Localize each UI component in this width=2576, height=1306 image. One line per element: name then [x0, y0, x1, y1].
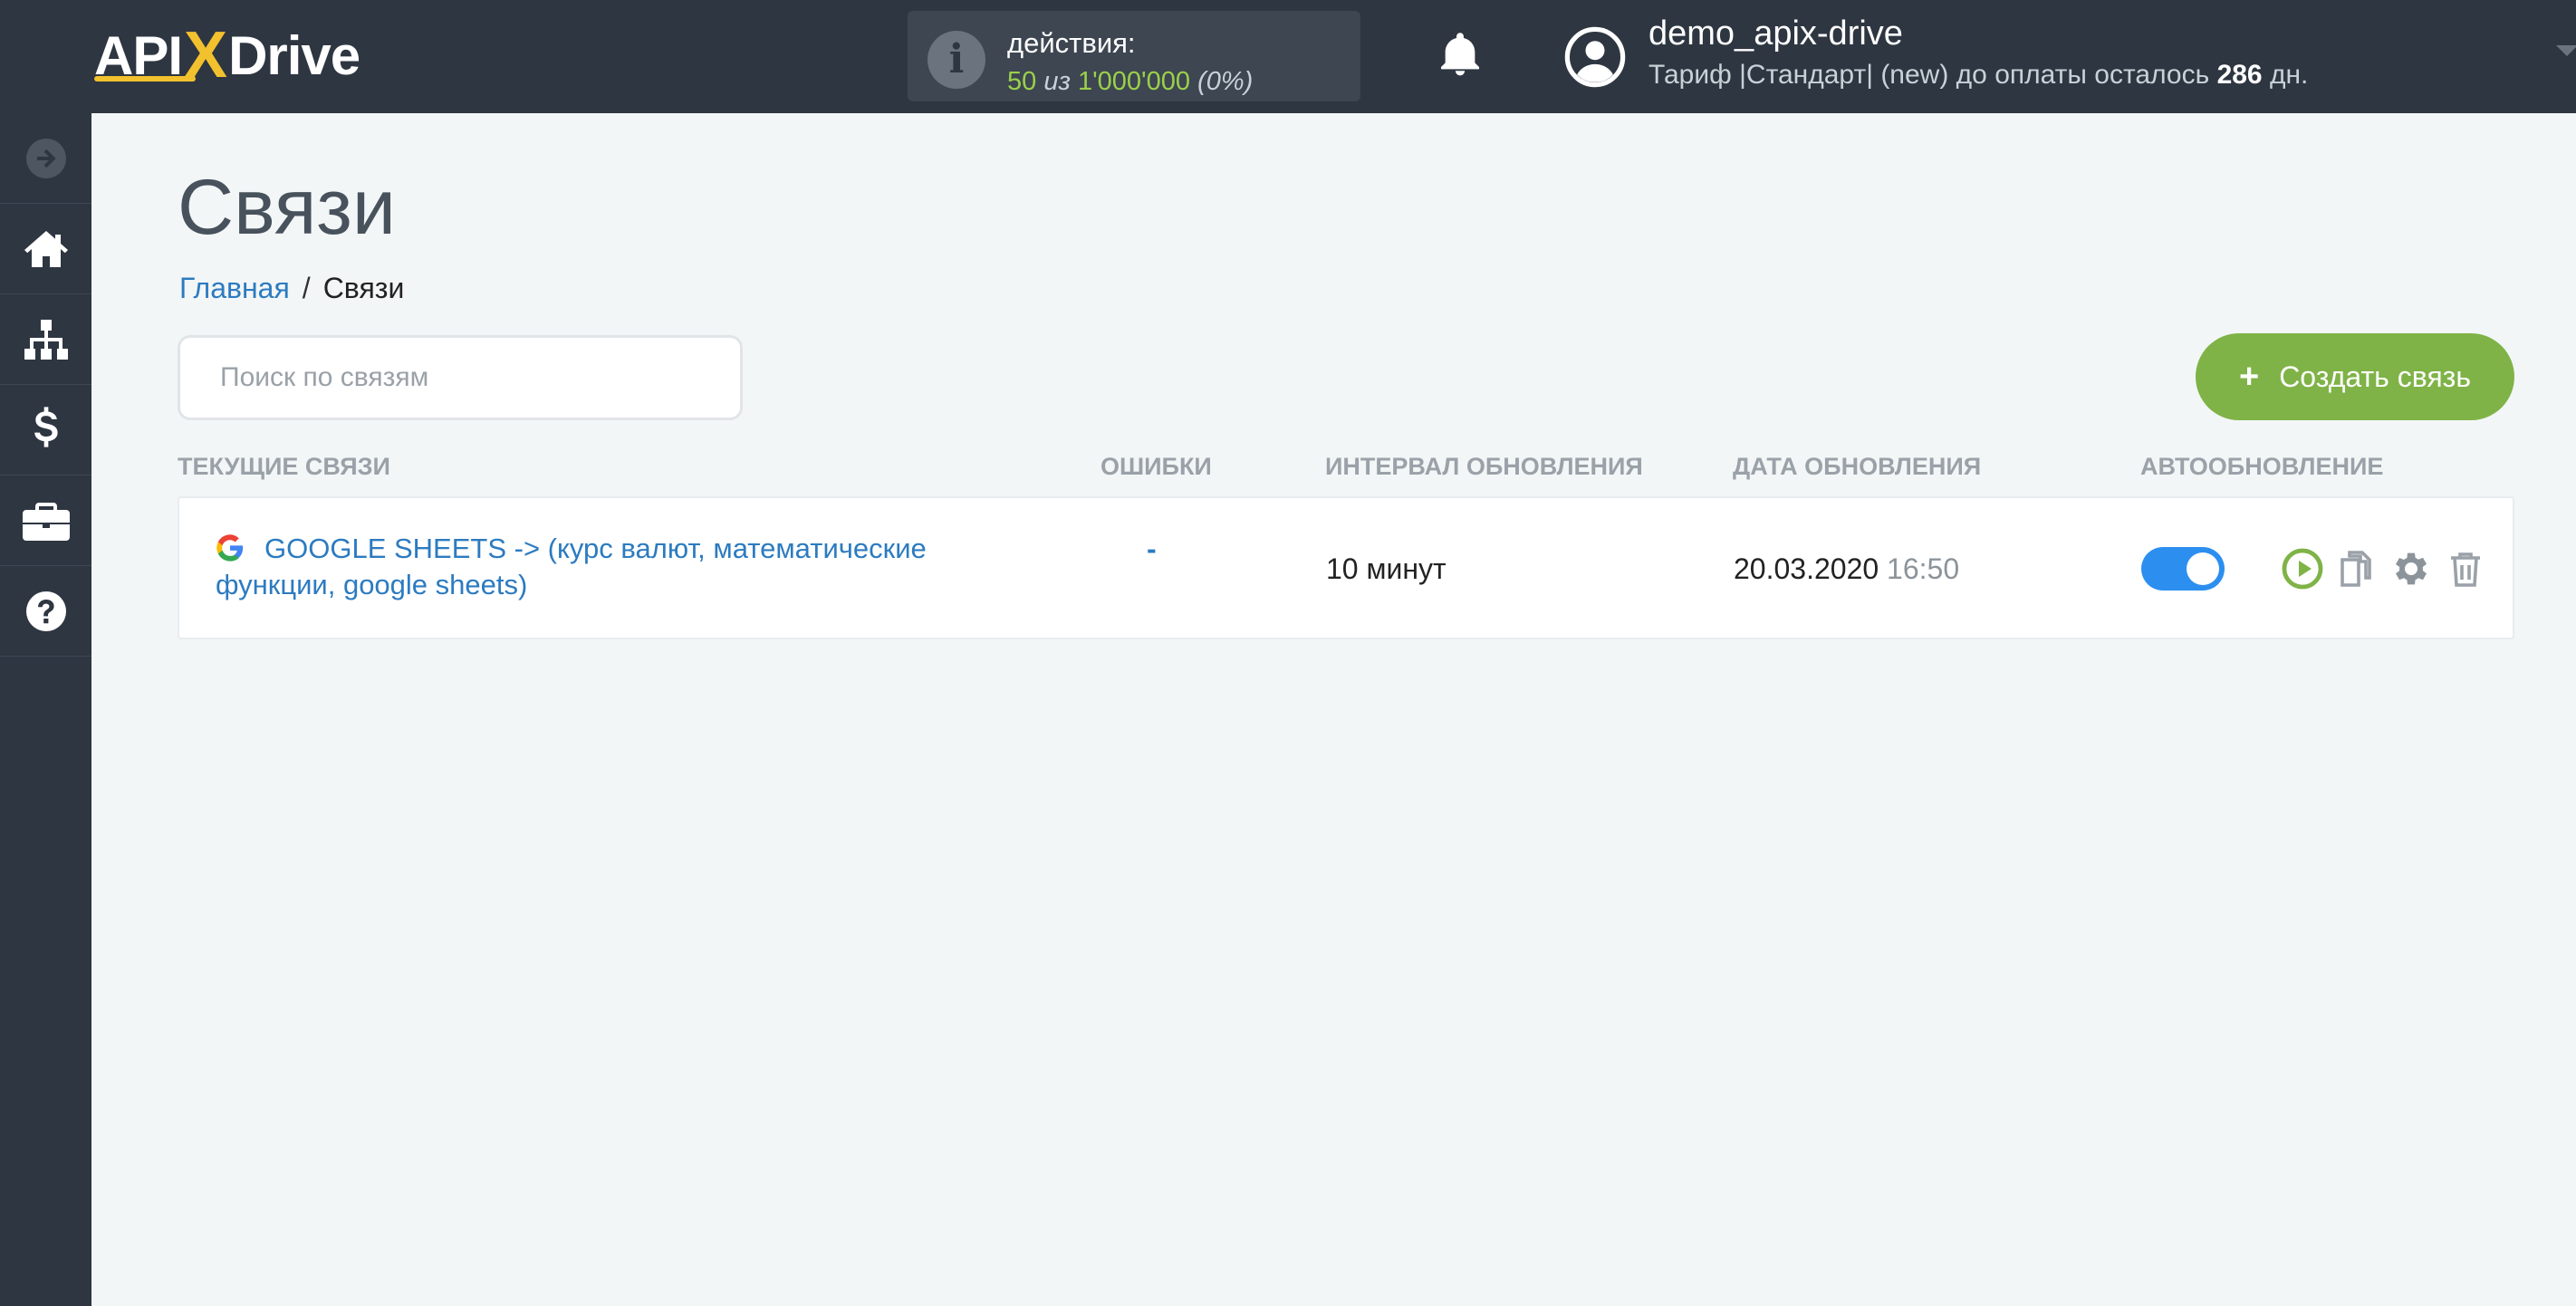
autoupdate-toggle[interactable]: [2141, 547, 2225, 591]
connection-name-link[interactable]: GOOGLE SHEETS -> (курс валют, математиче…: [216, 531, 1031, 603]
bell-icon[interactable]: [1435, 29, 1485, 80]
column-header-interval: ИНТЕРВАЛ ОБНОВЛЕНИЯ: [1325, 453, 1643, 480]
trash-icon[interactable]: [2444, 547, 2487, 591]
info-icon: i: [928, 31, 985, 89]
google-icon: [216, 534, 244, 562]
actions-label: действия:: [1007, 27, 1136, 59]
top-bar: API X Drive i действия: 50 из 1'000'000 (0…: [0, 0, 2576, 113]
apixdrive-logo[interactable]: API X Drive: [94, 19, 360, 91]
username[interactable]: demo_apix-drive: [1648, 14, 1903, 53]
sidebar-item-connections[interactable]: [0, 294, 91, 385]
sidebar-item-help[interactable]: [0, 566, 91, 657]
actions-limit: 1'000'000: [1078, 67, 1190, 96]
actions-counter: i действия: 50 из 1'000'000 (0%): [908, 11, 1360, 101]
user-avatar-icon[interactable]: [1563, 25, 1627, 89]
breadcrumb-current: Связи: [322, 272, 405, 304]
breadcrumb-home-link[interactable]: Главная: [179, 272, 290, 304]
chevron-down-icon[interactable]: [2556, 45, 2576, 56]
update-interval: 10 минут: [1326, 552, 1447, 585]
column-header-errors: ОШИБКИ: [1101, 453, 1212, 480]
question-circle-icon: [25, 591, 66, 631]
toggle-knob: [2187, 552, 2219, 585]
breadcrumb: Главная / Связи: [179, 272, 404, 305]
copy-icon[interactable]: [2335, 547, 2379, 591]
gear-icon[interactable]: [2389, 547, 2433, 591]
sidebar-item-billing[interactable]: [0, 385, 91, 475]
sidebar-item-services[interactable]: [0, 475, 91, 566]
actions-of: из: [1043, 67, 1071, 96]
logo-text-right: Drive: [228, 24, 360, 86]
tariff-days-suffix: дн.: [2269, 60, 2309, 90]
create-connection-button[interactable]: + Создать связь: [2196, 333, 2514, 420]
search-input[interactable]: [178, 335, 743, 420]
sidebar-item-collapse[interactable]: [0, 113, 91, 204]
home-icon: [24, 230, 68, 267]
table-row: GOOGLE SHEETS -> (курс валют, математиче…: [178, 496, 2514, 639]
tariff-days: 286: [2216, 60, 2263, 90]
sidebar: [0, 113, 91, 1306]
tariff-info: Тариф |Стандарт| (new) до оплаты осталос…: [1648, 60, 2308, 91]
play-icon[interactable]: [2281, 547, 2324, 591]
arrow-right-circle-icon: [25, 138, 66, 178]
sidebar-item-home[interactable]: [0, 204, 91, 294]
plus-icon: +: [2238, 357, 2260, 396]
column-header-connections: ТЕКУЩИЕ СВЯЗИ: [178, 453, 390, 480]
dollar-icon: [34, 406, 58, 447]
create-connection-label: Создать связь: [2279, 360, 2471, 393]
actions-counts: 50 из 1'000'000 (0%): [1007, 67, 1253, 97]
page-title: Связи: [178, 164, 396, 251]
breadcrumb-separator: /: [302, 272, 311, 304]
briefcase-icon: [22, 502, 70, 541]
column-header-autoupdate: АВТООБНОВЛЕНИЕ: [2140, 453, 2384, 480]
actions-used: 50: [1007, 67, 1037, 96]
update-date-day: 20.03.2020: [1734, 552, 1879, 585]
logo-underline: [94, 76, 196, 82]
connection-name: GOOGLE SHEETS -> (курс валют, математиче…: [216, 533, 927, 600]
column-header-date: ДАТА ОБНОВЛЕНИЯ: [1733, 453, 1982, 480]
tariff-text: Тариф |Стандарт| (new) до оплаты осталос…: [1648, 60, 2210, 90]
actions-percent: (0%): [1197, 67, 1254, 96]
update-date: 20.03.2020 16:50: [1734, 552, 1959, 586]
sitemap-icon: [24, 319, 68, 360]
errors-link[interactable]: -: [1147, 533, 1157, 566]
update-date-time: 16:50: [1887, 552, 1960, 585]
